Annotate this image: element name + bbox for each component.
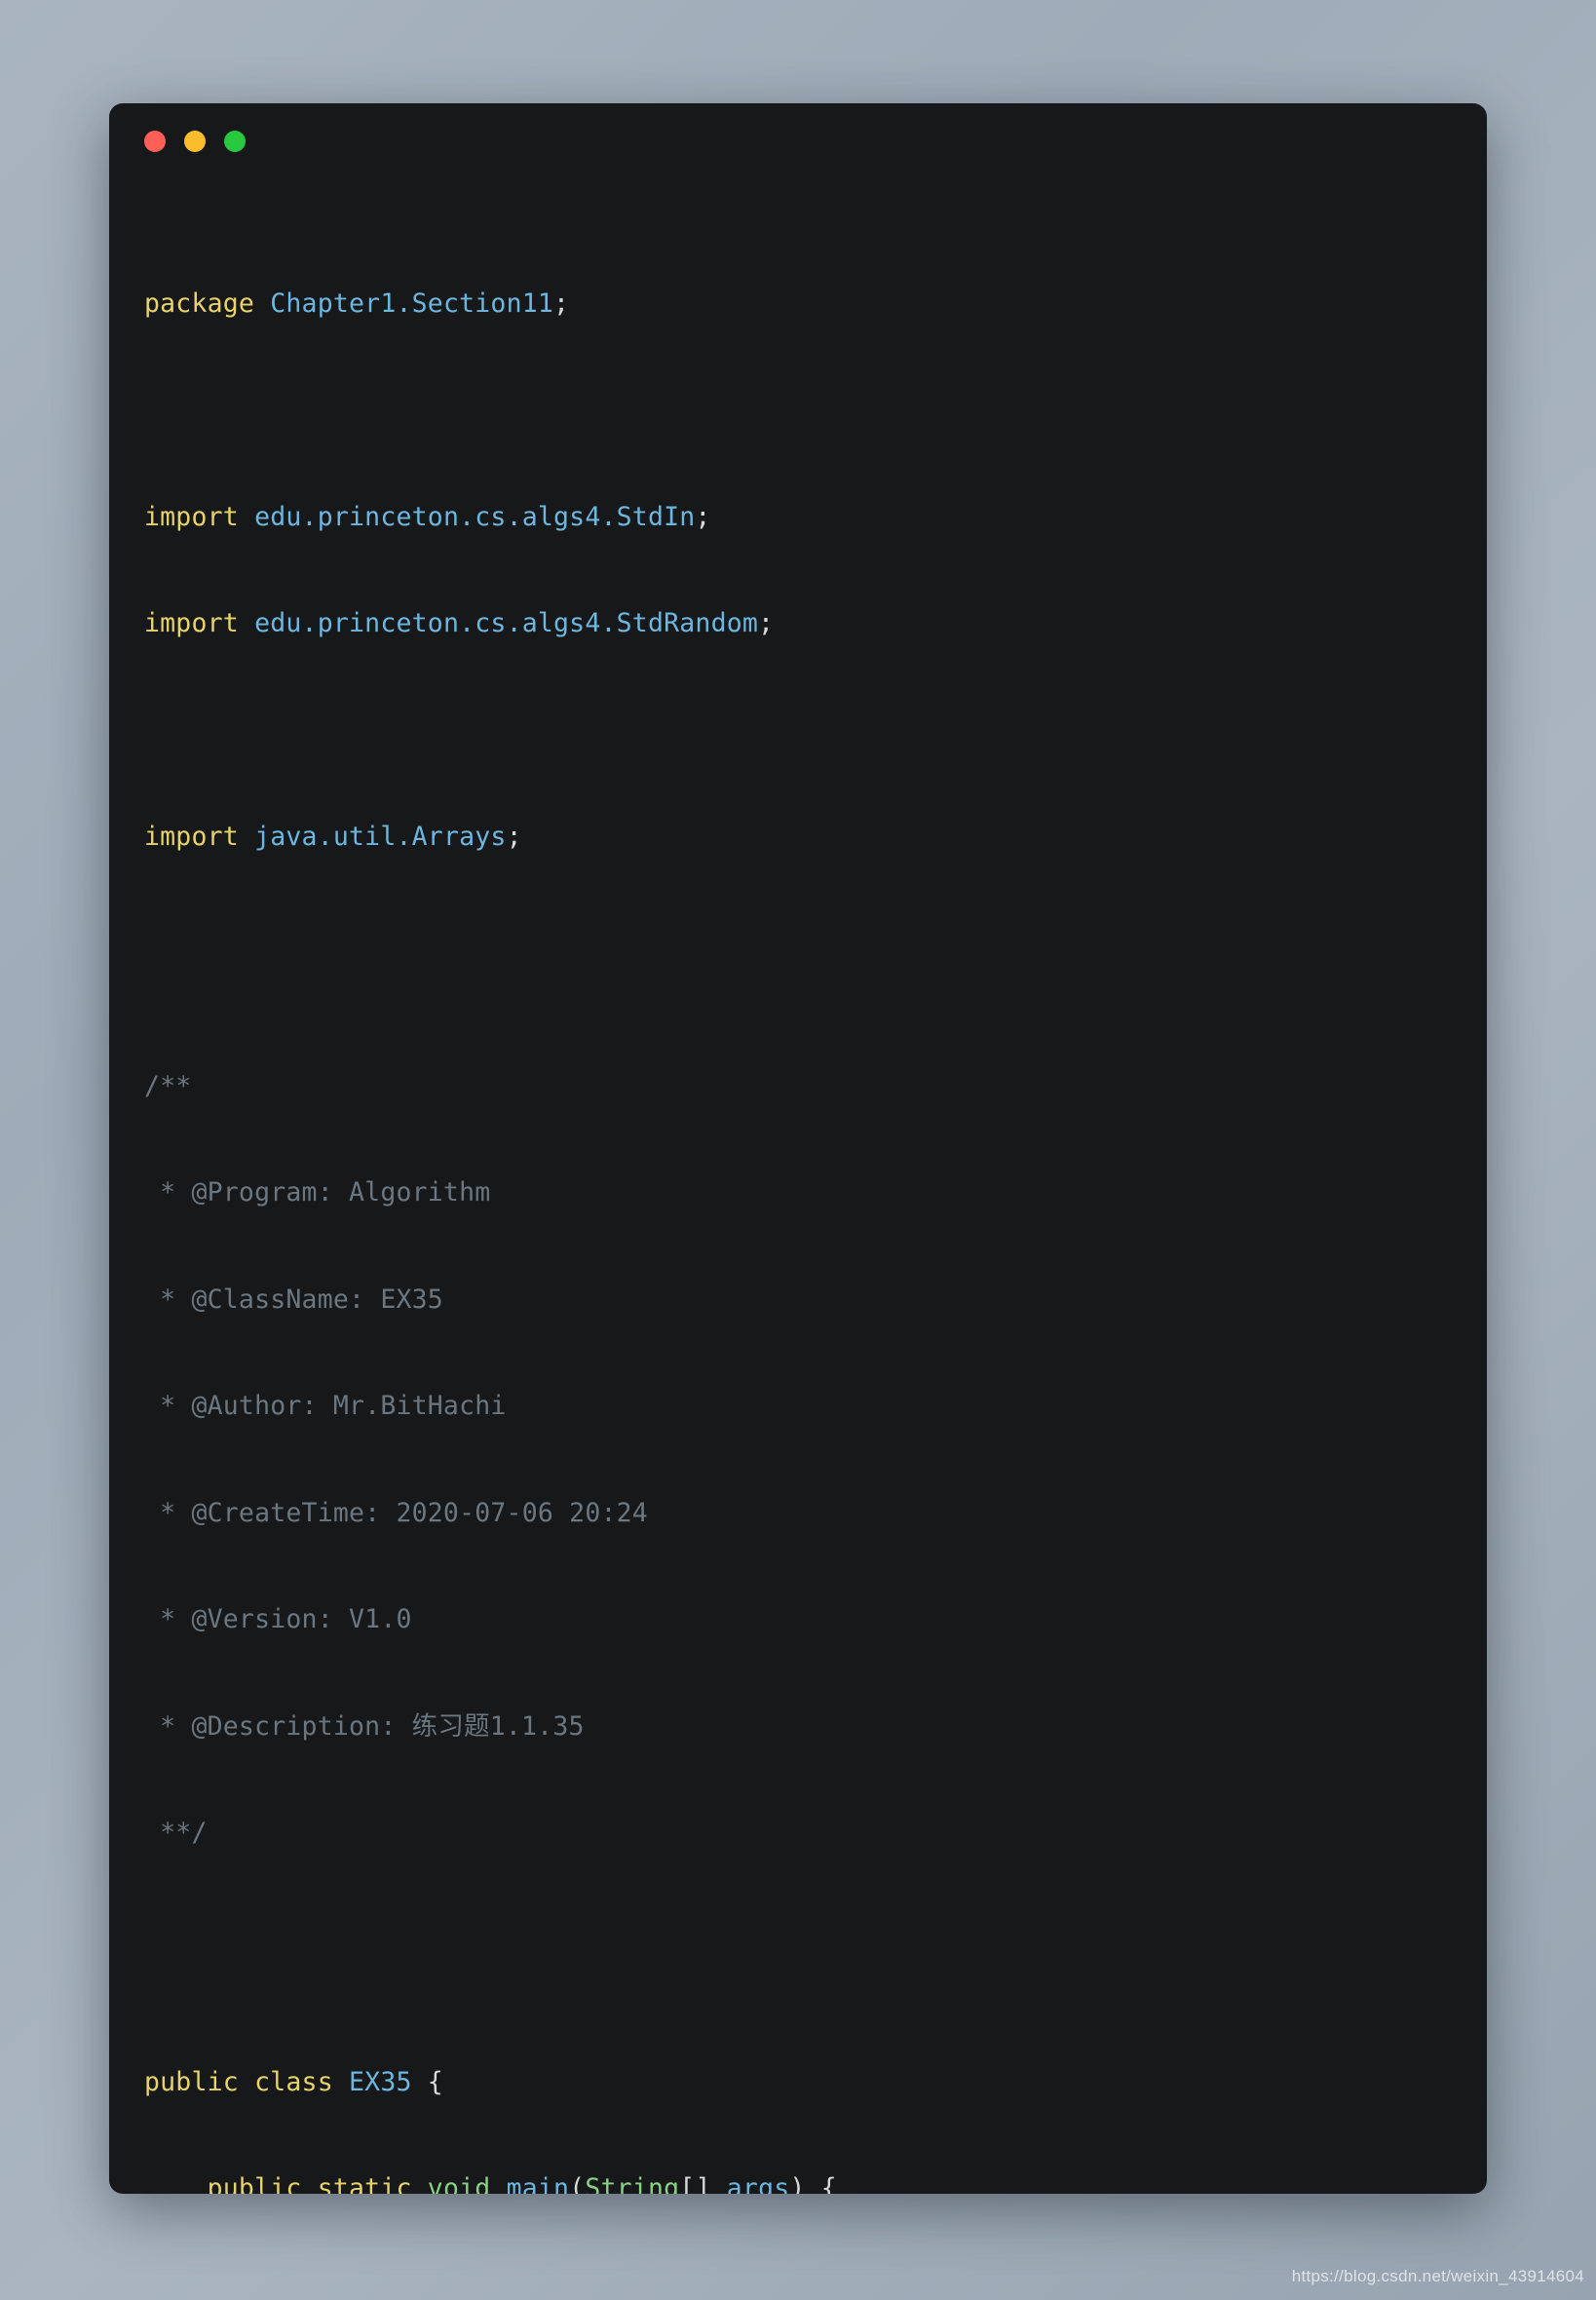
javadoc-line: * @CreateTime: 2020-07-06 20:24 bbox=[144, 1497, 648, 1528]
code-line: import java.util.Arrays; bbox=[144, 822, 522, 852]
code-line: public class EX35 { bbox=[144, 2066, 443, 2097]
code-line: public static void main(String[] args) { bbox=[207, 2173, 837, 2194]
close-button[interactable] bbox=[144, 131, 166, 152]
javadoc-line: * @Program: Algorithm bbox=[144, 1177, 491, 1208]
javadoc-line: /** bbox=[144, 1070, 192, 1101]
code-editor[interactable]: package Chapter1.Section11; import edu.p… bbox=[109, 179, 1487, 2195]
code-line: package Chapter1.Section11; bbox=[144, 288, 570, 319]
javadoc-line: * @Version: V1.0 bbox=[144, 1604, 412, 1634]
code-line: import edu.princeton.cs.algs4.StdRandom; bbox=[144, 608, 775, 638]
maximize-button[interactable] bbox=[224, 131, 246, 152]
javadoc-line: **/ bbox=[144, 1818, 208, 1848]
code-window: package Chapter1.Section11; import edu.p… bbox=[109, 103, 1487, 2194]
javadoc-line: * @ClassName: EX35 bbox=[144, 1284, 443, 1315]
watermark-text: https://blog.csdn.net/weixin_43914604 bbox=[1291, 2267, 1584, 2285]
javadoc-line: * @Author: Mr.BitHachi bbox=[144, 1391, 507, 1421]
window-titlebar bbox=[109, 103, 1487, 179]
minimize-button[interactable] bbox=[184, 131, 206, 152]
javadoc-line: * @Description: 练习题1.1.35 bbox=[144, 1710, 585, 1742]
code-line: import edu.princeton.cs.algs4.StdIn; bbox=[144, 501, 711, 532]
